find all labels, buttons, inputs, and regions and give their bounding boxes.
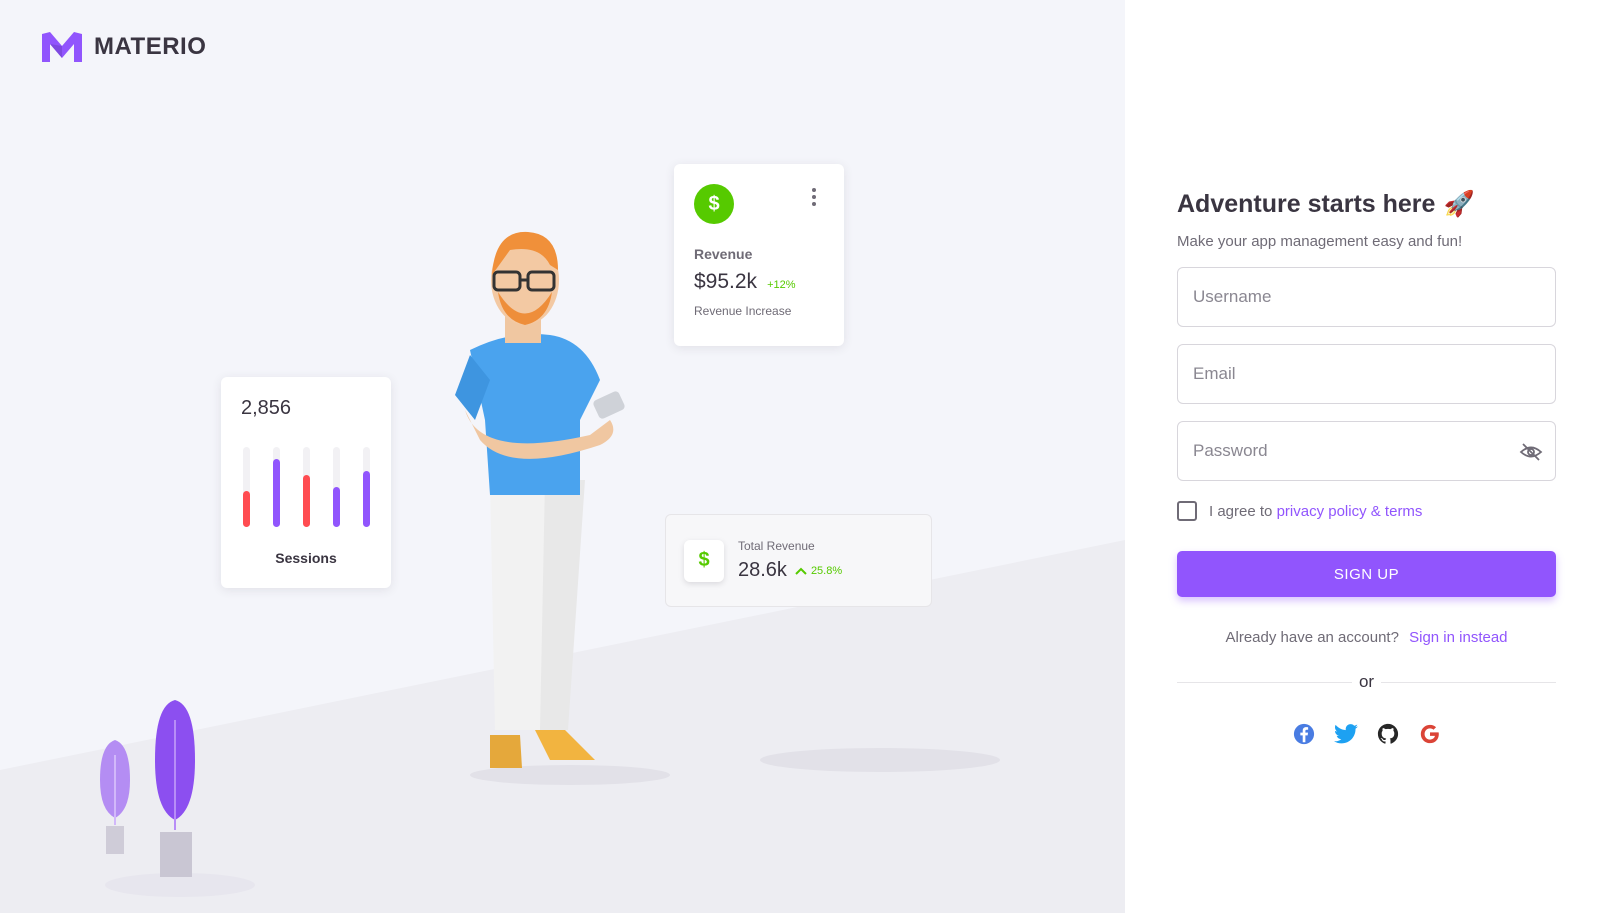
total-revenue-change: 25.8% [795, 565, 842, 577]
revenue-card: $ Revenue $95.2k +12% Revenue Increase [674, 164, 844, 346]
password-field[interactable] [1177, 421, 1556, 481]
page-title: Adventure starts here 🚀 [1177, 190, 1556, 219]
total-revenue-value: 28.6k [738, 559, 787, 581]
terms-checkbox[interactable] [1177, 501, 1197, 521]
session-bar [273, 459, 280, 527]
m-logo-icon [42, 32, 82, 62]
illustration-panel: MATERIO $ Revenue $95.2k +12% Revenue In… [0, 0, 1125, 913]
more-options-icon[interactable] [812, 188, 816, 206]
person-illustration [455, 231, 670, 785]
dollar-icon: $ [684, 539, 724, 582]
terms-row: I agree to privacy policy & terms [1177, 501, 1556, 521]
or-divider: or [1177, 672, 1556, 692]
page-subtitle: Make your app management easy and fun! [1177, 233, 1463, 250]
plants-illustration [100, 700, 255, 897]
password-input[interactable] [1178, 422, 1555, 480]
total-revenue-card: $ Total Revenue 28.6k 25.8% [665, 514, 932, 607]
rocket-icon: 🚀 [1443, 190, 1475, 218]
signup-panel: Adventure starts here 🚀 Make your app ma… [1125, 0, 1600, 913]
arrow-up-icon [795, 567, 807, 575]
title-text: Adventure starts here [1177, 190, 1436, 218]
revenue-value: $95.2k [694, 270, 758, 293]
terms-link[interactable]: privacy policy & terms [1277, 503, 1423, 520]
sessions-card: 2,856 Sessions [221, 377, 391, 588]
sessions-label: Sessions [275, 550, 337, 566]
twitter-icon[interactable] [1333, 722, 1358, 746]
signin-row: Already have an account? Sign in instead [1177, 629, 1556, 646]
sessions-chart [243, 447, 370, 527]
revenue-title: Revenue [694, 246, 753, 262]
revenue-change: +12% [767, 279, 796, 291]
google-icon[interactable] [1418, 722, 1442, 746]
have-account-text: Already have an account? [1225, 629, 1399, 646]
revenue-subtitle: Revenue Increase [694, 304, 792, 318]
total-revenue-change-text: 25.8% [810, 564, 843, 577]
signin-link[interactable]: Sign in instead [1409, 629, 1507, 646]
social-logins [1177, 722, 1556, 746]
signup-form: Adventure starts here 🚀 Make your app ma… [1177, 190, 1556, 746]
email-input[interactable] [1178, 345, 1555, 403]
username-input[interactable] [1178, 268, 1555, 326]
session-bar [243, 491, 250, 527]
brand-name: MATERIO [94, 33, 207, 60]
email-field[interactable] [1177, 344, 1556, 404]
session-bar [363, 471, 370, 527]
signup-button[interactable]: SIGN UP [1177, 551, 1556, 597]
session-bar [303, 475, 310, 527]
github-icon[interactable] [1376, 722, 1400, 746]
sessions-value: 2,856 [241, 397, 292, 419]
session-bar [333, 487, 340, 527]
brand[interactable]: MATERIO [42, 32, 206, 62]
total-revenue-title: Total Revenue [738, 539, 815, 553]
terms-prefix: I agree to [1209, 502, 1273, 520]
dollar-icon: $ [694, 184, 734, 224]
eye-off-icon[interactable] [1519, 440, 1543, 464]
facebook-icon[interactable] [1292, 722, 1316, 746]
username-field[interactable] [1177, 267, 1556, 327]
